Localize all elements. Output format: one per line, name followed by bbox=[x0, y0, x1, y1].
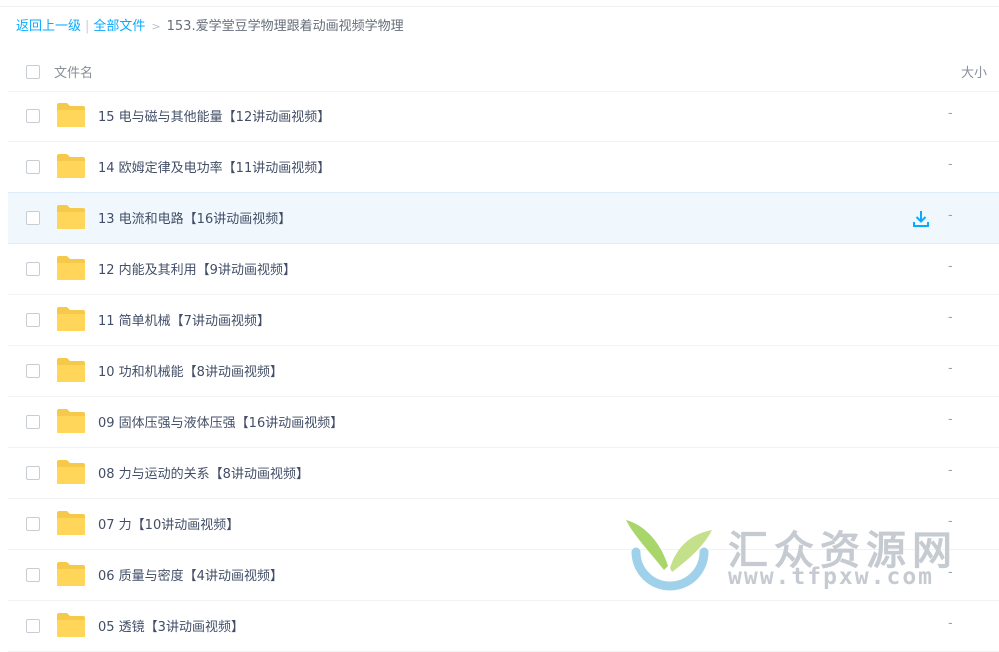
folder-icon bbox=[56, 561, 86, 587]
download-icon[interactable] bbox=[911, 209, 931, 229]
row-checkbox[interactable] bbox=[26, 466, 40, 480]
file-size: - bbox=[948, 106, 953, 121]
file-row[interactable]: 13 电流和电路【16讲动画视频】 - bbox=[8, 192, 999, 244]
row-checkbox[interactable] bbox=[26, 415, 40, 429]
folder-icon bbox=[56, 153, 86, 179]
folder-icon bbox=[56, 408, 86, 434]
all-files-link[interactable]: 全部文件 bbox=[93, 19, 145, 34]
file-size: - bbox=[948, 259, 953, 274]
file-size: - bbox=[948, 310, 953, 325]
select-all-checkbox[interactable] bbox=[26, 65, 40, 79]
file-row[interactable]: 14 欧姆定律及电功率【11讲动画视频】 - bbox=[8, 142, 999, 193]
file-name[interactable]: 07 力【10讲动画视频】 bbox=[98, 514, 239, 533]
breadcrumb: 返回上一级 | 全部文件 >153.爱学堂豆学物理跟着动画视频学物理 bbox=[16, 18, 404, 36]
file-name[interactable]: 08 力与运动的关系【8讲动画视频】 bbox=[98, 463, 309, 482]
row-checkbox[interactable] bbox=[26, 262, 40, 276]
file-row[interactable]: 05 透镜【3讲动画视频】 - bbox=[8, 601, 999, 652]
file-name[interactable]: 14 欧姆定律及电功率【11讲动画视频】 bbox=[98, 157, 330, 176]
file-list-header: 文件名 大小 bbox=[8, 50, 999, 92]
folder-icon bbox=[56, 459, 86, 485]
file-row[interactable]: 06 质量与密度【4讲动画视频】 - bbox=[8, 550, 999, 601]
current-folder-label: 153.爱学堂豆学物理跟着动画视频学物理 bbox=[166, 19, 404, 34]
row-checkbox[interactable] bbox=[26, 517, 40, 531]
row-checkbox[interactable] bbox=[26, 364, 40, 378]
file-name[interactable]: 12 内能及其利用【9讲动画视频】 bbox=[98, 259, 296, 278]
name-column-header[interactable]: 文件名 bbox=[54, 62, 93, 81]
file-size: - bbox=[948, 565, 953, 580]
file-name[interactable]: 11 简单机械【7讲动画视频】 bbox=[98, 310, 270, 329]
file-size: - bbox=[948, 361, 953, 376]
file-name[interactable]: 09 固体压强与液体压强【16讲动画视频】 bbox=[98, 412, 343, 431]
folder-icon bbox=[56, 102, 86, 128]
file-size: - bbox=[948, 463, 953, 478]
row-checkbox[interactable] bbox=[26, 211, 40, 225]
row-checkbox[interactable] bbox=[26, 109, 40, 123]
back-link[interactable]: 返回上一级 bbox=[16, 19, 81, 34]
folder-icon bbox=[56, 357, 86, 383]
file-name[interactable]: 15 电与磁与其他能量【12讲动画视频】 bbox=[98, 106, 330, 125]
file-size: - bbox=[948, 208, 953, 223]
row-checkbox[interactable] bbox=[26, 619, 40, 633]
row-checkbox[interactable] bbox=[26, 313, 40, 327]
folder-icon bbox=[56, 306, 86, 332]
top-divider bbox=[0, 0, 999, 7]
file-name[interactable]: 13 电流和电路【16讲动画视频】 bbox=[98, 208, 291, 227]
folder-icon bbox=[56, 510, 86, 536]
file-size: - bbox=[948, 157, 953, 172]
file-row[interactable]: 09 固体压强与液体压强【16讲动画视频】 - bbox=[8, 397, 999, 448]
file-list: 15 电与磁与其他能量【12讲动画视频】 -14 欧姆定律及电功率【11讲动画视频… bbox=[8, 91, 999, 652]
file-row[interactable]: 12 内能及其利用【9讲动画视频】 - bbox=[8, 244, 999, 295]
size-column-header[interactable]: 大小 bbox=[961, 62, 987, 81]
file-name[interactable]: 05 透镜【3讲动画视频】 bbox=[98, 616, 244, 635]
file-row[interactable]: 15 电与磁与其他能量【12讲动画视频】 - bbox=[8, 91, 999, 142]
file-size: - bbox=[948, 412, 953, 427]
folder-icon bbox=[56, 204, 86, 230]
folder-icon bbox=[56, 255, 86, 281]
file-size: - bbox=[948, 514, 953, 529]
file-size: - bbox=[948, 616, 953, 631]
row-checkbox[interactable] bbox=[26, 568, 40, 582]
folder-icon bbox=[56, 612, 86, 638]
breadcrumb-arrow-icon: > bbox=[151, 20, 161, 33]
breadcrumb-separator: | bbox=[85, 19, 90, 34]
file-name[interactable]: 10 功和机械能【8讲动画视频】 bbox=[98, 361, 283, 380]
row-checkbox[interactable] bbox=[26, 160, 40, 174]
file-name[interactable]: 06 质量与密度【4讲动画视频】 bbox=[98, 565, 283, 584]
file-row[interactable]: 07 力【10讲动画视频】 - bbox=[8, 499, 999, 550]
file-row[interactable]: 11 简单机械【7讲动画视频】 - bbox=[8, 295, 999, 346]
file-row[interactable]: 08 力与运动的关系【8讲动画视频】 - bbox=[8, 448, 999, 499]
file-row[interactable]: 10 功和机械能【8讲动画视频】 - bbox=[8, 346, 999, 397]
